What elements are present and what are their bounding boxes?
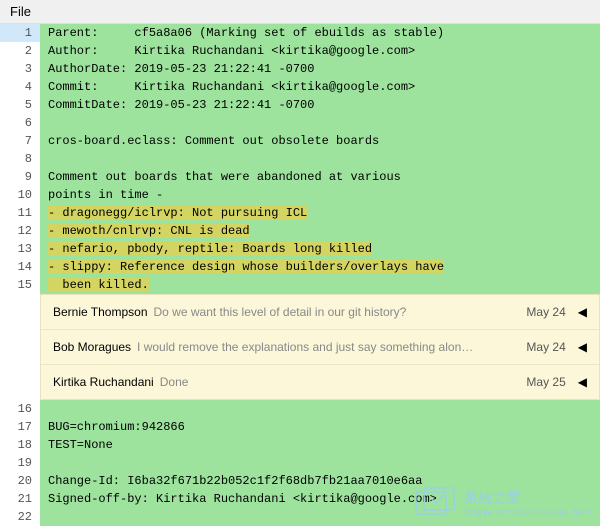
- line-number: 15: [0, 276, 40, 294]
- code-line[interactable]: 3AuthorDate: 2019-05-23 21:22:41 -0700: [0, 60, 600, 78]
- line-text: - slippy: Reference design whose builder…: [40, 258, 600, 276]
- code-line[interactable]: 4Commit: Kirtika Ruchandani <kirtika@goo…: [0, 78, 600, 96]
- code-line[interactable]: 13- nefario, pbody, reptile: Boards long…: [0, 240, 600, 258]
- line-number: 3: [0, 60, 40, 78]
- line-number: 22: [0, 508, 40, 526]
- code-line[interactable]: 22: [0, 508, 600, 526]
- menubar: File: [0, 0, 600, 24]
- line-text: - mewoth/cnlrvp: CNL is dead: [40, 222, 600, 240]
- line-text: Author: Kirtika Ruchandani <kirtika@goog…: [40, 42, 600, 60]
- code-line[interactable]: 15 been killed.: [0, 276, 600, 294]
- comment-text: I would remove the explanations and just…: [137, 340, 520, 354]
- expand-arrow-icon[interactable]: ◀: [578, 375, 587, 389]
- line-number: 4: [0, 78, 40, 96]
- line-number: 12: [0, 222, 40, 240]
- line-text: [40, 114, 600, 132]
- line-number: 17: [0, 418, 40, 436]
- code-line[interactable]: 20Change-Id: I6ba32f671b22b052c1f2f68db7…: [0, 472, 600, 490]
- line-number: 6: [0, 114, 40, 132]
- line-number: 7: [0, 132, 40, 150]
- line-number: 1: [0, 24, 40, 42]
- code-line[interactable]: 9Comment out boards that were abandoned …: [0, 168, 600, 186]
- line-number: 5: [0, 96, 40, 114]
- code-line[interactable]: 6: [0, 114, 600, 132]
- comment-date: May 24: [526, 305, 565, 319]
- code-line[interactable]: 7cros-board.eclass: Comment out obsolete…: [0, 132, 600, 150]
- code-line[interactable]: 1Parent: cf5a8a06 (Marking set of ebuild…: [0, 24, 600, 42]
- line-text: - dragonegg/iclrvp: Not pursuing ICL: [40, 204, 600, 222]
- line-text: TEST=None: [40, 436, 600, 454]
- code-line[interactable]: 17BUG=chromium:942866: [0, 418, 600, 436]
- line-number: 13: [0, 240, 40, 258]
- expand-arrow-icon[interactable]: ◀: [578, 340, 587, 354]
- line-text: Signed-off-by: Kirtika Ruchandani <kirti…: [40, 490, 600, 508]
- code-line[interactable]: 8: [0, 150, 600, 168]
- line-text: been killed.: [40, 276, 600, 294]
- line-number: 19: [0, 454, 40, 472]
- line-text: [40, 454, 600, 472]
- code-line[interactable]: 16: [0, 400, 600, 418]
- line-number: 14: [0, 258, 40, 276]
- line-number: 18: [0, 436, 40, 454]
- line-text: [40, 150, 600, 168]
- comment-row[interactable]: Bernie Thompson Do we want this level of …: [41, 295, 599, 330]
- comment-text: Done: [160, 375, 521, 389]
- line-text: Parent: cf5a8a06 (Marking set of ebuilds…: [40, 24, 600, 42]
- comment-row[interactable]: Bob Moragues I would remove the explanati…: [41, 330, 599, 365]
- line-number: 9: [0, 168, 40, 186]
- line-text: cros-board.eclass: Comment out obsolete …: [40, 132, 600, 150]
- line-number: 2: [0, 42, 40, 60]
- code-line[interactable]: 18TEST=None: [0, 436, 600, 454]
- code-line[interactable]: 12- mewoth/cnlrvp: CNL is dead: [0, 222, 600, 240]
- line-number: 10: [0, 186, 40, 204]
- code-line[interactable]: 21Signed-off-by: Kirtika Ruchandani <kir…: [0, 490, 600, 508]
- inline-comments-panel: Bernie Thompson Do we want this level of …: [40, 294, 600, 400]
- file-menu[interactable]: File: [10, 4, 31, 19]
- code-line[interactable]: 14- slippy: Reference design whose build…: [0, 258, 600, 276]
- line-text: BUG=chromium:942866: [40, 418, 600, 436]
- code-line[interactable]: 10points in time -: [0, 186, 600, 204]
- comment-author: Kirtika Ruchandani: [53, 375, 154, 389]
- line-text: [40, 508, 600, 526]
- comment-row[interactable]: Kirtika Ruchandani Done May 25 ◀: [41, 365, 599, 399]
- line-number: 20: [0, 472, 40, 490]
- comment-date: May 25: [526, 375, 565, 389]
- line-number: 16: [0, 400, 40, 418]
- line-text: CommitDate: 2019-05-23 21:22:41 -0700: [40, 96, 600, 114]
- code-line[interactable]: 5CommitDate: 2019-05-23 21:22:41 -0700: [0, 96, 600, 114]
- comment-date: May 24: [526, 340, 565, 354]
- line-text: points in time -: [40, 186, 600, 204]
- line-text: [40, 400, 600, 418]
- line-number: 8: [0, 150, 40, 168]
- comment-text: Do we want this level of detail in our g…: [154, 305, 521, 319]
- line-text: Comment out boards that were abandoned a…: [40, 168, 600, 186]
- line-text: - nefario, pbody, reptile: Boards long k…: [40, 240, 600, 258]
- line-text: Change-Id: I6ba32f671b22b052c1f2f68db7fb…: [40, 472, 600, 490]
- code-diff-view: 1Parent: cf5a8a06 (Marking set of ebuild…: [0, 24, 600, 526]
- line-number: 21: [0, 490, 40, 508]
- line-text: Commit: Kirtika Ruchandani <kirtika@goog…: [40, 78, 600, 96]
- expand-arrow-icon[interactable]: ◀: [578, 305, 587, 319]
- comment-author: Bernie Thompson: [53, 305, 148, 319]
- line-number: 11: [0, 204, 40, 222]
- code-line[interactable]: 19: [0, 454, 600, 472]
- code-line[interactable]: 11- dragonegg/iclrvp: Not pursuing ICL: [0, 204, 600, 222]
- line-text: AuthorDate: 2019-05-23 21:22:41 -0700: [40, 60, 600, 78]
- comment-author: Bob Moragues: [53, 340, 131, 354]
- code-line[interactable]: 2Author: Kirtika Ruchandani <kirtika@goo…: [0, 42, 600, 60]
